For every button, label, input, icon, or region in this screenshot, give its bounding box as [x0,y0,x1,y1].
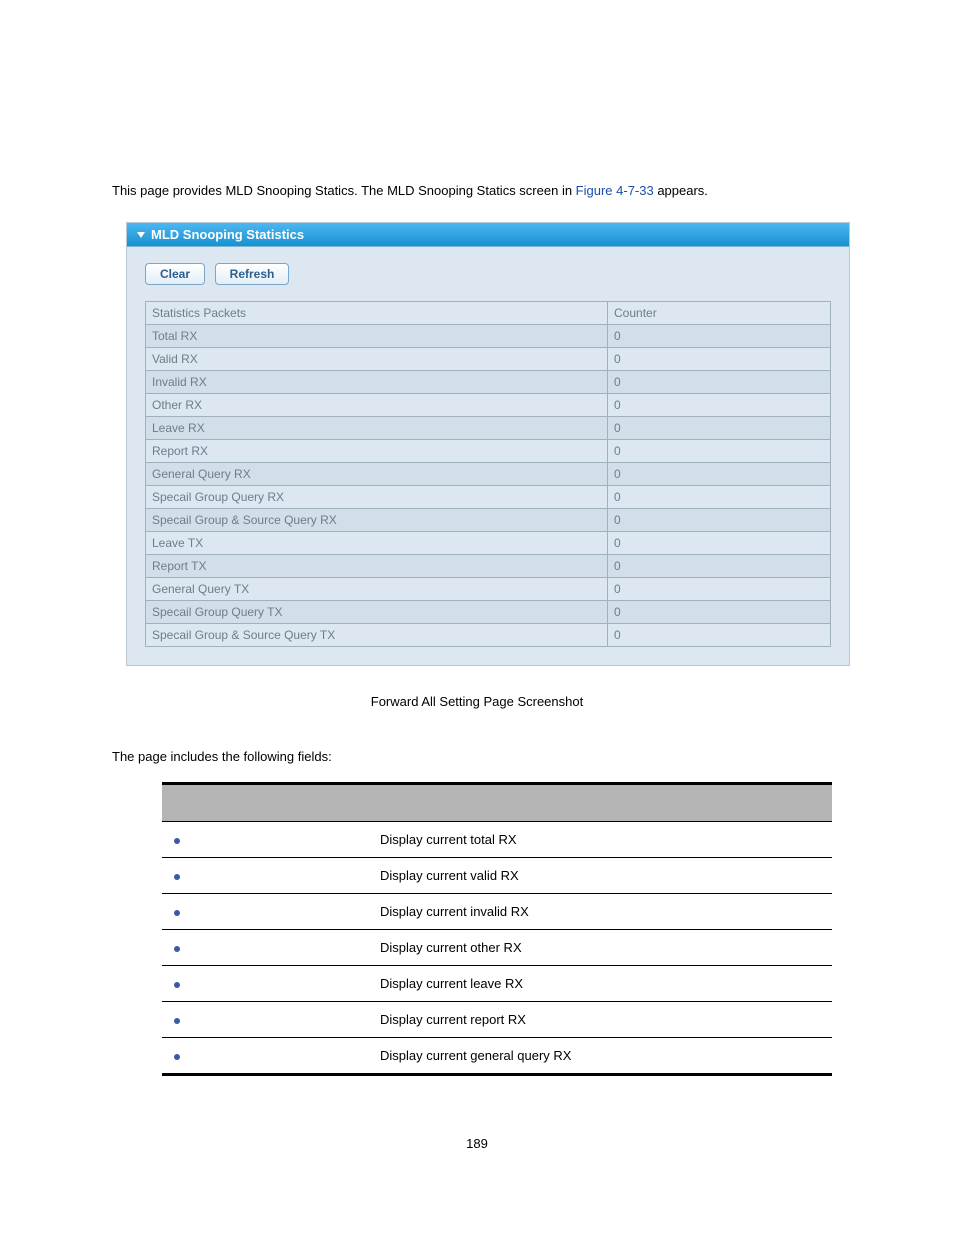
stat-label: General Query TX [146,578,608,601]
table-row: General Query TX0 [146,578,831,601]
table-row: Specail Group Query TX0 [146,601,831,624]
description-table: Display current total RXDisplay current … [162,782,832,1076]
stat-label: Specail Group & Source Query TX [146,624,608,647]
bullet-cell [162,1038,372,1075]
page-number: 189 [112,1136,842,1151]
stat-value: 0 [608,509,831,532]
table-row: Display current report RX [162,1002,832,1038]
fields-intro: The page includes the following fields: [112,749,842,764]
stat-label: Specail Group Query RX [146,486,608,509]
table-row: Display current invalid RX [162,894,832,930]
bullet-icon [174,982,180,988]
refresh-button[interactable]: Refresh [215,263,290,285]
table-row: General Query RX0 [146,463,831,486]
table-row: Leave TX0 [146,532,831,555]
stat-label: Leave TX [146,532,608,555]
bullet-cell [162,822,372,858]
table-row: Total RX0 [146,325,831,348]
description-cell: Display current report RX [372,1002,832,1038]
description-cell: Display current total RX [372,822,832,858]
stat-value: 0 [608,394,831,417]
stat-value: 0 [608,417,831,440]
stat-value: 0 [608,555,831,578]
bullet-cell [162,894,372,930]
stat-label: Report TX [146,555,608,578]
stat-value: 0 [608,440,831,463]
statistics-table: Statistics Packets Counter Total RX0Vali… [145,301,831,647]
stat-label: Valid RX [146,348,608,371]
table-row: Other RX0 [146,394,831,417]
table-row: Specail Group & Source Query RX0 [146,509,831,532]
description-cell: Display current general query RX [372,1038,832,1075]
caret-down-icon [137,227,151,242]
panel-title: MLD Snooping Statistics [151,227,304,242]
table-row: Valid RX0 [146,348,831,371]
intro-prefix: This page provides MLD Snooping Statics.… [112,183,576,198]
table-row: Display current general query RX [162,1038,832,1075]
stat-label: Total RX [146,325,608,348]
stat-value: 0 [608,325,831,348]
table-row: Leave RX0 [146,417,831,440]
stat-label: Invalid RX [146,371,608,394]
bullet-cell [162,1002,372,1038]
header-counter: Counter [608,302,831,325]
bullet-icon [174,838,180,844]
table-row: Specail Group & Source Query TX0 [146,624,831,647]
stat-value: 0 [608,624,831,647]
stat-value: 0 [608,601,831,624]
stat-label: Specail Group & Source Query RX [146,509,608,532]
table-row: Specail Group Query RX0 [146,486,831,509]
bullet-icon [174,1018,180,1024]
screenshot-panel: MLD Snooping Statistics Clear Refresh St… [126,222,850,666]
bullet-icon [174,874,180,880]
stat-value: 0 [608,348,831,371]
stat-label: Leave RX [146,417,608,440]
stat-value: 0 [608,371,831,394]
bullet-icon [174,946,180,952]
bullet-icon [174,910,180,916]
table-row: Display current valid RX [162,858,832,894]
stat-label: Report RX [146,440,608,463]
panel-header[interactable]: MLD Snooping Statistics [127,223,849,247]
screenshot-caption: Forward All Setting Page Screenshot [112,694,842,709]
stat-label: Other RX [146,394,608,417]
intro-suffix: appears. [654,183,708,198]
bullet-icon [174,1054,180,1060]
stat-label: General Query RX [146,463,608,486]
stat-label: Specail Group Query TX [146,601,608,624]
intro-text: This page provides MLD Snooping Statics.… [112,183,842,198]
table-row: Display current leave RX [162,966,832,1002]
description-cell: Display current leave RX [372,966,832,1002]
figure-link[interactable]: Figure 4-7-33 [576,183,654,198]
table-row: Invalid RX0 [146,371,831,394]
table-row: Report RX0 [146,440,831,463]
table-row: Report TX0 [146,555,831,578]
stat-value: 0 [608,532,831,555]
bullet-cell [162,930,372,966]
table-header-row: Statistics Packets Counter [146,302,831,325]
description-cell: Display current valid RX [372,858,832,894]
stat-value: 0 [608,578,831,601]
stat-value: 0 [608,486,831,509]
table-row: Display current other RX [162,930,832,966]
stat-value: 0 [608,463,831,486]
bullet-cell [162,966,372,1002]
bullet-cell [162,858,372,894]
description-cell: Display current other RX [372,930,832,966]
description-cell: Display current invalid RX [372,894,832,930]
table-row: Display current total RX [162,822,832,858]
clear-button[interactable]: Clear [145,263,205,285]
desc-header-description [372,784,832,822]
desc-header-object [162,784,372,822]
header-packets: Statistics Packets [146,302,608,325]
